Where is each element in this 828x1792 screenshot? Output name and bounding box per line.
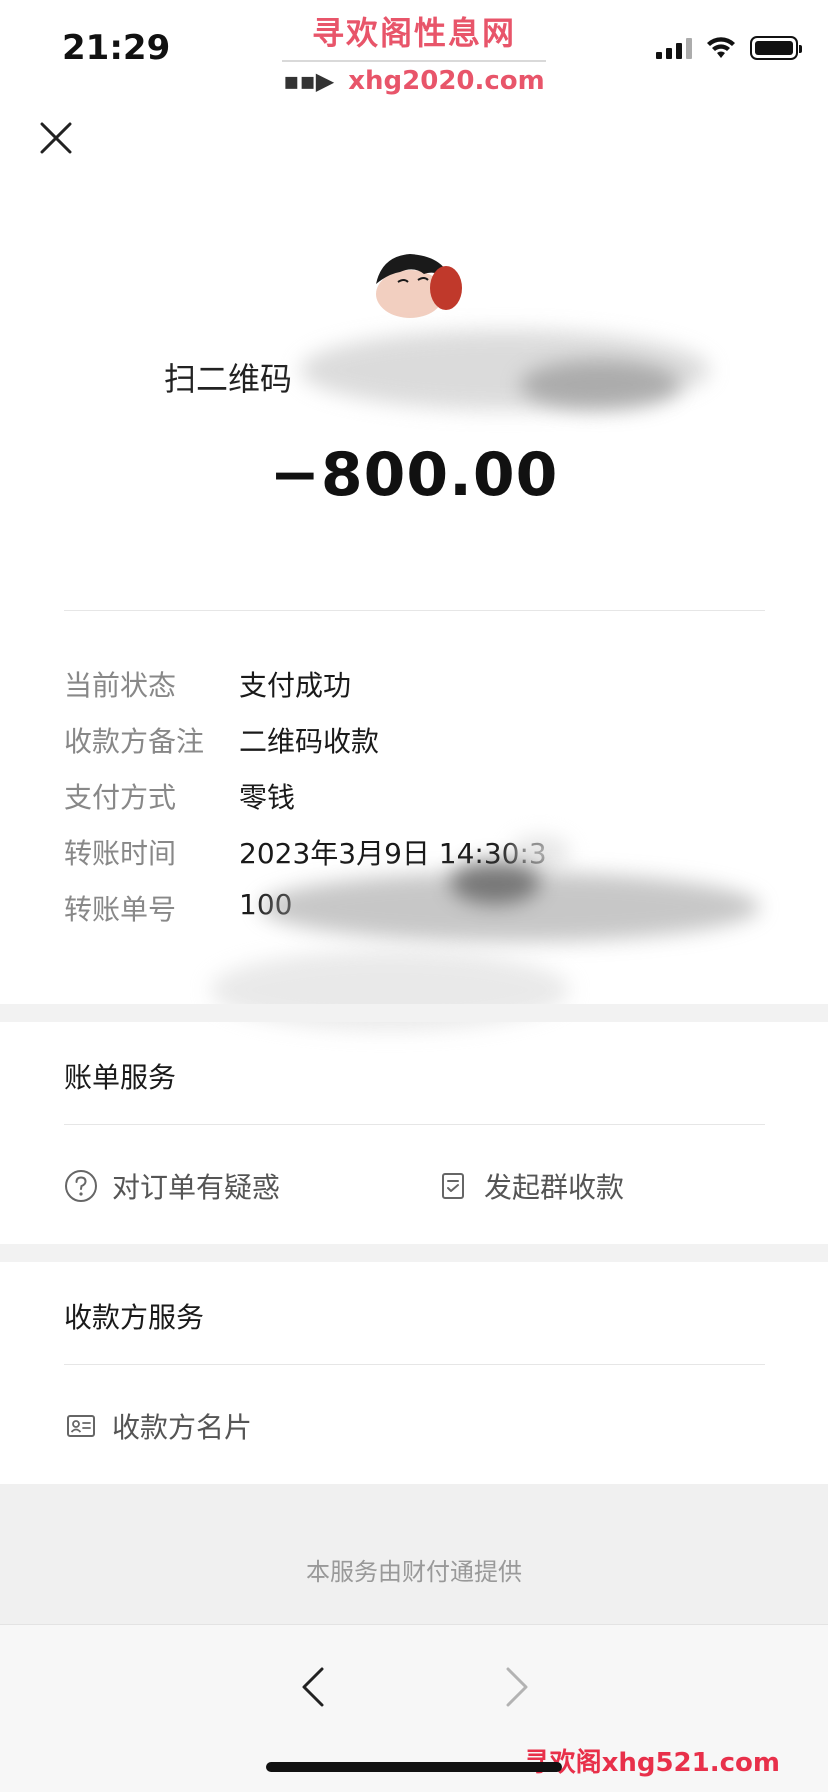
detail-value: 零钱 (239, 781, 296, 814)
payee-service-title: 收款方服务 (64, 1301, 205, 1334)
arrow-right-icon: ▪▪▶ (283, 67, 335, 95)
detail-row-time: 转账时间 2023年3月9日 14:30:3 (64, 832, 764, 876)
divider (64, 610, 765, 611)
avatar (376, 254, 462, 318)
detail-label: 转账时间 (64, 837, 177, 870)
watermark-title: 寻欢阁性息网 (311, 14, 516, 52)
section-gap (0, 1244, 828, 1262)
detail-label: 支付方式 (64, 781, 177, 814)
group-collect-button[interactable]: 发起群收款 (436, 1166, 624, 1206)
forward-chevron-icon[interactable] (486, 1657, 546, 1717)
action-label: 对订单有疑惑 (112, 1171, 281, 1204)
battery-icon (750, 36, 802, 60)
id-card-icon (67, 1415, 95, 1437)
divider (64, 1124, 765, 1125)
transaction-amount: −800.00 (269, 440, 559, 510)
divider (64, 1364, 765, 1365)
redaction-smudge (520, 360, 680, 410)
detail-value: 支付成功 (239, 669, 352, 702)
redaction-smudge (450, 860, 540, 904)
close-icon[interactable] (36, 118, 76, 158)
detail-row-note: 收款方备注 二维码收款 (64, 720, 764, 764)
back-chevron-icon[interactable] (284, 1657, 344, 1717)
footer-text: 本服务由财付通提供 (306, 1558, 522, 1586)
detail-value: 二维码收款 (239, 725, 380, 758)
watermark-url-row: ▪▪▶ xhg2020.com (282, 66, 546, 96)
payee-title: 扫二维码 (164, 360, 293, 398)
detail-label: 转账单号 (64, 893, 177, 926)
watermark-url: xhg2020.com (348, 66, 545, 96)
section-gap (0, 1004, 828, 1022)
action-label: 发起群收款 (484, 1171, 625, 1204)
bill-service-title: 账单服务 (64, 1061, 177, 1094)
wifi-icon (707, 37, 735, 58)
action-label: 收款方名片 (112, 1411, 253, 1444)
home-indicator[interactable] (266, 1762, 562, 1772)
watermark-bottom: 寻欢阁xhg521.com (523, 1748, 780, 1778)
detail-row-method: 支付方式 零钱 (64, 776, 764, 820)
question-circle-icon (65, 1170, 97, 1202)
status-icons (656, 36, 802, 60)
order-question-button[interactable]: 对订单有疑惑 (64, 1166, 280, 1206)
payee-card-button[interactable]: 收款方名片 (64, 1406, 252, 1446)
detail-label: 收款方备注 (64, 725, 205, 758)
detail-row-status: 当前状态 支付成功 (64, 664, 764, 708)
watermark-top: 寻欢阁性息网 ▪▪▶ xhg2020.com (282, 8, 546, 96)
watermark-rule (282, 60, 546, 62)
checklist-icon (442, 1173, 464, 1199)
cellular-signal-icon (656, 37, 692, 59)
status-time: 21:29 (62, 28, 171, 68)
detail-label: 当前状态 (64, 669, 177, 702)
